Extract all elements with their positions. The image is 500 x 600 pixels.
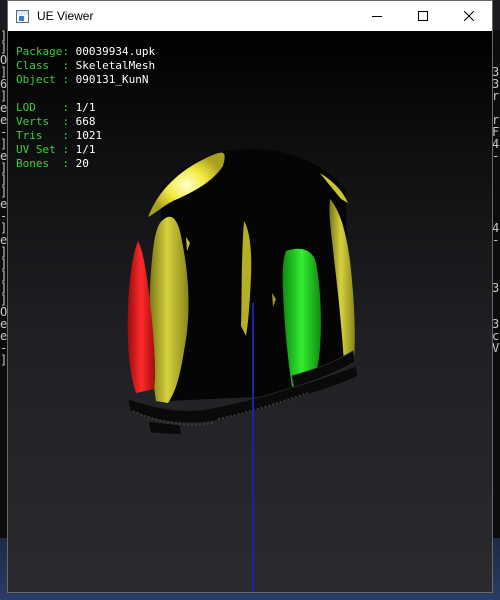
info-uvset: UV Set : 1/1 [16, 143, 155, 157]
app-icon [16, 9, 29, 23]
background-console-right: 33rrF4-4-33cV [492, 30, 500, 600]
window-title: UE Viewer [37, 9, 94, 23]
info-object: Object : 090131_KunN [16, 73, 155, 87]
info-label: Bones : [16, 157, 76, 170]
info-lod: LOD : 1/1 [16, 101, 155, 115]
console-char: r [492, 89, 500, 103]
maximize-icon [418, 11, 428, 21]
console-char [492, 354, 500, 366]
console-char: - [492, 149, 500, 163]
info-value: SkeletalMesh [75, 59, 156, 72]
minimize-icon [372, 16, 382, 17]
info-tris: Tris : 1021 [16, 129, 155, 143]
mesh-info-panel: Package: 00039934.upk Class : SkeletalMe… [16, 45, 155, 171]
info-label: Tris : [16, 129, 76, 142]
window-controls [354, 1, 492, 31]
maximize-button[interactable] [400, 1, 446, 31]
close-button[interactable] [446, 1, 492, 31]
info-label: LOD : [16, 101, 76, 114]
info-verts: Verts : 668 [16, 115, 155, 129]
info-bones: Bones : 20 [16, 157, 155, 171]
console-char [492, 162, 500, 174]
info-value: 090131_KunN [75, 73, 149, 86]
console-char [492, 294, 500, 306]
minimize-button[interactable] [354, 1, 400, 31]
console-char [492, 30, 500, 42]
console-char [492, 186, 500, 198]
info-value: 00039934.upk [75, 45, 156, 58]
info-value: 1/1 [75, 101, 96, 114]
console-char: - [492, 233, 500, 247]
console-char: V [492, 341, 500, 355]
info-class: Class : SkeletalMesh [16, 59, 155, 73]
info-label: Package: [16, 45, 76, 58]
console-char [492, 246, 500, 258]
info-value: 668 [75, 115, 96, 128]
3d-viewport[interactable]: Package: 00039934.upk Class : SkeletalMe… [8, 31, 492, 592]
close-icon [464, 11, 474, 21]
console-char [492, 198, 500, 210]
info-label: Class : [16, 59, 76, 72]
info-package: Package: 00039934.upk [16, 45, 155, 59]
info-value: 1/1 [75, 143, 96, 156]
info-label: Verts : [16, 115, 76, 128]
info-label: Object : [16, 73, 76, 86]
info-value: 1021 [75, 129, 103, 142]
axis-line [252, 303, 254, 592]
info-label: UV Set : [16, 143, 76, 156]
console-char [492, 174, 500, 186]
console-char [492, 258, 500, 270]
console-char: 3 [492, 281, 500, 295]
info-value: 20 [75, 157, 89, 170]
title-bar[interactable]: UE Viewer [8, 1, 492, 31]
ue-viewer-window: UE Viewer Package: 00039934.upk Class: … [7, 0, 493, 593]
console-char [492, 42, 500, 54]
